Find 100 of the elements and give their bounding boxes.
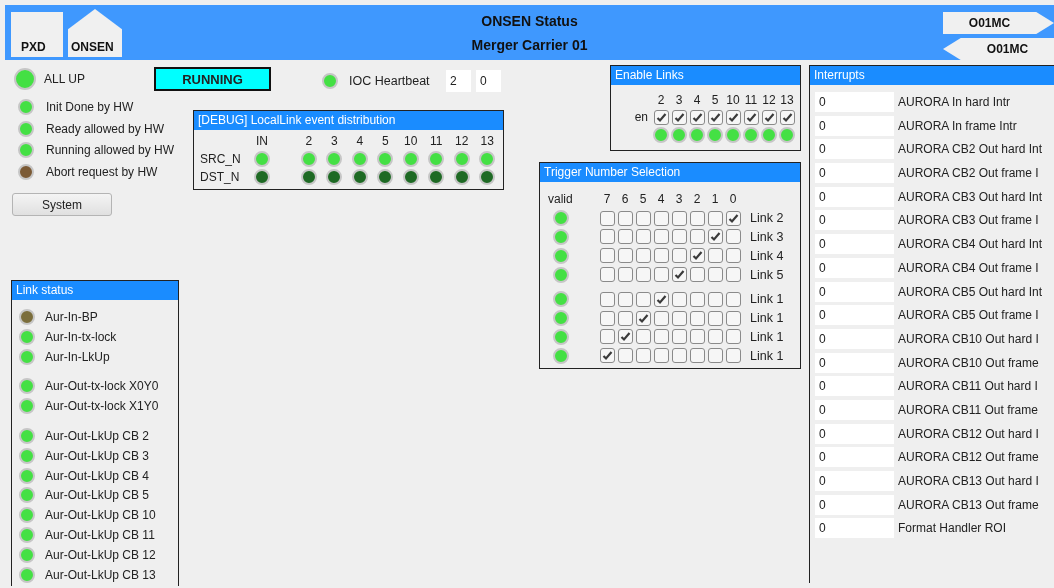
checkbox[interactable] [599, 310, 615, 326]
checkbox[interactable] [599, 210, 615, 226]
checkbox[interactable] [635, 229, 651, 245]
checkbox[interactable] [707, 248, 723, 264]
checkbox[interactable] [725, 348, 741, 364]
checkbox[interactable] [653, 348, 669, 364]
nav-button[interactable]: PXD [11, 12, 63, 57]
checkbox[interactable] [599, 229, 615, 245]
checkbox[interactable] [671, 310, 687, 326]
checkbox[interactable] [707, 310, 723, 326]
checkbox[interactable] [599, 267, 615, 283]
checkbox[interactable] [671, 109, 687, 125]
checkbox[interactable] [689, 267, 705, 283]
checkbox[interactable] [743, 109, 759, 125]
checkbox[interactable] [617, 291, 633, 307]
checkbox[interactable] [617, 310, 633, 326]
panel-title: Enable Links [611, 66, 800, 85]
counter-field: 0 [815, 518, 894, 539]
checkbox[interactable] [707, 267, 723, 283]
checkbox[interactable] [599, 291, 615, 307]
link-label: Link 1 [749, 292, 784, 307]
checkbox[interactable] [599, 348, 615, 364]
interrupt-label: AURORA CB2 Out hard Int [898, 142, 1043, 157]
checkbox[interactable] [671, 229, 687, 245]
checkbox[interactable] [707, 291, 723, 307]
interrupt-label: AURORA CB3 Out hard Int [898, 189, 1043, 204]
checkbox[interactable] [689, 248, 705, 264]
checkbox[interactable] [707, 229, 723, 245]
checkbox[interactable] [617, 210, 633, 226]
checkbox[interactable] [653, 310, 669, 326]
panel-title: Trigger Number Selection [540, 163, 800, 182]
checkbox[interactable] [635, 348, 651, 364]
checkbox[interactable] [725, 210, 741, 226]
checkbox[interactable] [725, 229, 741, 245]
column-heading: 12 [762, 92, 776, 107]
counter-field: 0 [815, 376, 894, 397]
panel-title: [DEBUG] LocalLink event distribution [194, 111, 503, 130]
next-button[interactable]: O01MC [943, 12, 1054, 34]
checkbox[interactable] [635, 291, 651, 307]
counter-field: 0 [815, 163, 894, 184]
checkbox[interactable] [671, 267, 687, 283]
checkbox[interactable] [707, 329, 723, 345]
column-heading: 11 [744, 92, 758, 107]
checkbox[interactable] [617, 329, 633, 345]
home-button[interactable]: ONSEN [68, 9, 122, 57]
checkbox[interactable] [725, 109, 741, 125]
checkbox[interactable] [635, 310, 651, 326]
checkbox[interactable] [653, 267, 669, 283]
checkbox[interactable] [689, 109, 705, 125]
readout-field: 2 [446, 70, 471, 92]
link-label: Link 4 [749, 248, 784, 263]
checkbox[interactable] [707, 210, 723, 226]
checkbox[interactable] [671, 210, 687, 226]
checkbox[interactable] [671, 329, 687, 345]
link-label: Aur-Out-tx-lock X0Y0 [45, 379, 159, 394]
checkbox[interactable] [617, 267, 633, 283]
column-heading: 0 [729, 192, 737, 207]
checkbox[interactable] [617, 348, 633, 364]
counter-field: 0 [815, 494, 894, 515]
checkbox[interactable] [689, 291, 705, 307]
column-heading: 7 [603, 192, 611, 207]
checkbox[interactable] [761, 109, 777, 125]
checkbox[interactable] [689, 229, 705, 245]
checkbox[interactable] [653, 109, 669, 125]
checkbox[interactable] [725, 329, 741, 345]
interrupt-label: AURORA CB13 Out hard I [898, 474, 1039, 488]
counter-field: 0 [815, 92, 894, 112]
system-button[interactable]: System [12, 193, 112, 217]
column-heading: 13 [480, 134, 494, 148]
checkbox[interactable] [617, 229, 633, 245]
checkbox[interactable] [653, 210, 669, 226]
checkbox[interactable] [653, 229, 669, 245]
checkbox[interactable] [707, 348, 723, 364]
checkbox[interactable] [653, 329, 669, 345]
checkbox[interactable] [725, 291, 741, 307]
checkbox[interactable] [779, 109, 795, 125]
interrupt-label: AURORA CB11 Out hard I [898, 379, 1038, 394]
link-label: Aur-Out-LkUp CB 12 [45, 547, 156, 562]
checkbox[interactable] [653, 291, 669, 307]
checkbox[interactable] [599, 248, 615, 264]
checkbox[interactable] [707, 109, 723, 125]
checkbox[interactable] [689, 210, 705, 226]
checkbox[interactable] [689, 310, 705, 326]
checkbox[interactable] [635, 329, 651, 345]
checkbox[interactable] [689, 348, 705, 364]
checkbox[interactable] [671, 291, 687, 307]
checkbox[interactable] [617, 248, 633, 264]
link-label: Aur-In-tx-lock [45, 329, 117, 344]
previous-button[interactable]: O01MC [943, 38, 1054, 60]
checkbox[interactable] [725, 248, 741, 264]
checkbox[interactable] [671, 248, 687, 264]
checkbox[interactable] [725, 267, 741, 283]
checkbox[interactable] [635, 267, 651, 283]
checkbox[interactable] [635, 210, 651, 226]
checkbox[interactable] [725, 310, 741, 326]
checkbox[interactable] [635, 248, 651, 264]
checkbox[interactable] [689, 329, 705, 345]
checkbox[interactable] [653, 248, 669, 264]
checkbox[interactable] [599, 329, 615, 345]
checkbox[interactable] [671, 348, 687, 364]
